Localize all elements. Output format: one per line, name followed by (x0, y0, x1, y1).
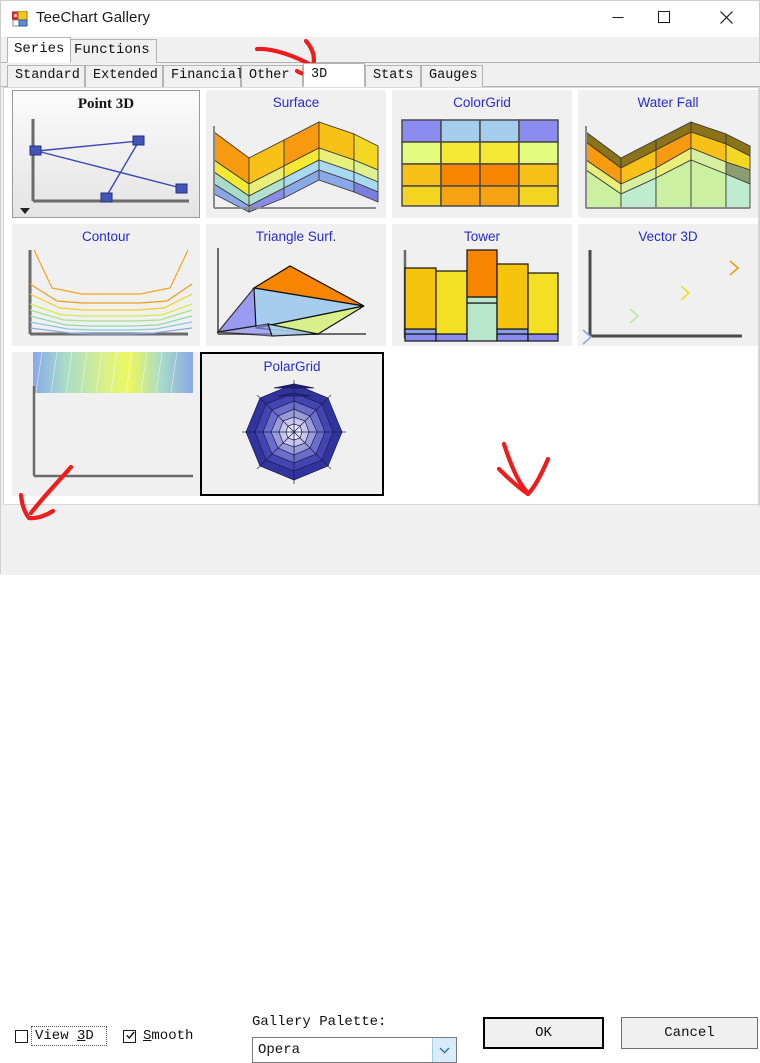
clipped-shade-preview (12, 352, 200, 496)
window-title: TeeChart Gallery (36, 9, 151, 26)
check-icon (126, 1031, 135, 1040)
colorgrid-preview (392, 112, 572, 214)
view-3d-label: View 3D (35, 1028, 94, 1044)
gallery-item-vector-3d[interactable]: Vector 3D (578, 224, 758, 346)
cancel-button[interactable]: Cancel (621, 1017, 758, 1049)
tab-stats[interactable]: Stats (365, 65, 421, 87)
view-3d-checkbox-box[interactable] (15, 1030, 28, 1043)
smooth-label: Smooth (143, 1028, 194, 1044)
teechart-gallery-window: TeeChart Gallery Series Functions Standa… (0, 0, 760, 1063)
minimize-button[interactable] (595, 1, 641, 33)
gallery-item-label: ColorGrid (453, 95, 511, 110)
gallery-item-label: Tower (463, 229, 500, 244)
minimize-icon (612, 17, 624, 18)
maximize-button[interactable] (641, 1, 687, 33)
tab-financial[interactable]: Financial (163, 65, 244, 87)
gallery-item-point-3d[interactable]: Point 3D (12, 90, 200, 218)
gallery-panel[interactable]: Point 3D Surface ColorGrid Water Fall Co… (3, 87, 759, 505)
maximize-icon (658, 11, 670, 23)
gallery-item-tower[interactable]: Tower (392, 224, 572, 346)
smooth-checkbox-box[interactable] (123, 1030, 136, 1043)
ok-button[interactable]: OK (483, 1017, 604, 1049)
gallery-palette-select[interactable]: Opera (252, 1037, 457, 1063)
close-button[interactable] (703, 1, 749, 33)
tab-other[interactable]: Other (241, 65, 303, 87)
tower-preview (392, 246, 572, 346)
gallery-item-label: Contour (81, 229, 131, 244)
gallery-item-triangle-surf[interactable]: Triangle Surf. (206, 224, 386, 346)
gallery-item-label: Vector 3D (638, 229, 698, 244)
gallery-item-polargrid[interactable]: PolarGrid (200, 352, 384, 496)
title-bar: TeeChart Gallery (1, 1, 759, 37)
surface-preview (206, 112, 386, 214)
triangle-surf-preview (206, 246, 386, 346)
chevron-down-icon[interactable] (432, 1038, 456, 1062)
app-icon (11, 10, 28, 27)
gallery-item-water-fall[interactable]: Water Fall (578, 90, 758, 218)
close-icon (719, 10, 733, 24)
gallery-item-colorgrid[interactable]: ColorGrid (392, 90, 572, 218)
gallery-item-label: Point 3D (77, 96, 135, 112)
point-3d-preview (13, 113, 201, 213)
primary-tab-strip: Series Functions (1, 37, 760, 63)
water-fall-preview (578, 112, 758, 214)
tab-gauges[interactable]: Gauges (421, 65, 483, 87)
tab-functions[interactable]: Functions (67, 39, 157, 63)
gallery-palette-value: Opera (258, 1042, 301, 1058)
gallery-item-label: Triangle Surf. (255, 229, 337, 244)
tab-extended[interactable]: Extended (85, 65, 163, 87)
gallery-item-label: Surface (272, 95, 320, 110)
gallery-item-label: Water Fall (637, 95, 699, 110)
gallery-palette-label: Gallery Palette: (252, 1014, 387, 1030)
polargrid-preview (202, 374, 386, 496)
contour-preview (12, 246, 200, 346)
bottom-bar: View 3D Smooth Gallery Palette: Opera OK… (1, 506, 760, 1063)
tab-series[interactable]: Series (7, 37, 72, 63)
scroll-down-arrow[interactable] (20, 208, 30, 214)
gallery-item-surface[interactable]: Surface (206, 90, 386, 218)
tab-standard[interactable]: Standard (7, 65, 85, 87)
gallery-item-label: PolarGrid (263, 359, 321, 374)
gallery-item-contour[interactable]: Contour (12, 224, 200, 346)
secondary-tab-strip: Standard Extended Financial Other 3D Sta… (1, 63, 760, 87)
vector-3d-preview (578, 246, 758, 346)
tab-3d[interactable]: 3D (303, 63, 365, 87)
gallery-item-clipped[interactable] (12, 352, 200, 496)
